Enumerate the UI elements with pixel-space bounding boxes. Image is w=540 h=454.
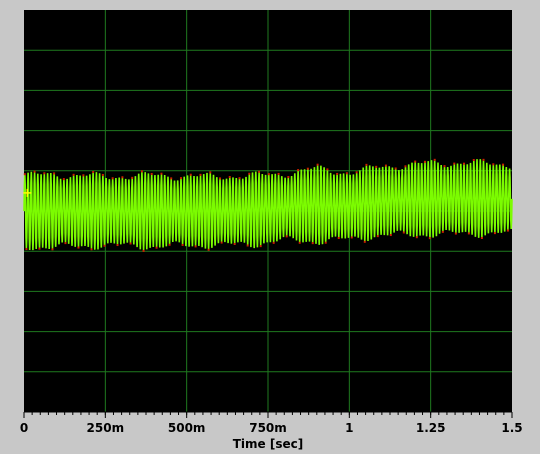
peak-marker (297, 169, 300, 172)
peak-marker (194, 245, 197, 248)
peak-marker (454, 232, 457, 235)
peak-marker (116, 244, 119, 247)
peak-marker (336, 172, 339, 175)
peak-marker (363, 240, 366, 243)
peak-marker (375, 165, 378, 168)
peak-marker (38, 247, 41, 250)
peak-marker (179, 177, 182, 180)
peak-marker (233, 242, 236, 245)
peak-marker (90, 248, 93, 251)
peak-marker (220, 241, 223, 244)
peak-marker (228, 175, 231, 178)
peak-marker (189, 173, 192, 176)
peak-marker (92, 170, 95, 173)
peak-marker (492, 163, 495, 166)
peak-marker (428, 237, 431, 240)
peak-marker (277, 172, 280, 175)
peak-marker (51, 248, 54, 251)
peak-marker (238, 177, 241, 180)
peak-marker (287, 176, 290, 179)
peak-marker (267, 173, 270, 176)
peak-marker (258, 170, 261, 173)
peak-marker (324, 241, 327, 244)
peak-marker (77, 246, 80, 249)
peak-marker (316, 163, 319, 166)
peak-marker (168, 243, 171, 246)
peak-marker (472, 159, 475, 162)
peak-marker (376, 235, 379, 238)
x-tick-label: 750m (249, 421, 287, 435)
peak-marker (502, 163, 505, 166)
peak-marker (389, 234, 392, 237)
peak-marker (209, 171, 212, 174)
x-tick-label: 1 (345, 421, 353, 435)
x-tick-label: 1.5 (501, 421, 522, 435)
peak-marker (101, 173, 104, 176)
peak-marker (298, 241, 301, 244)
peak-marker (337, 236, 340, 239)
peak-marker (355, 171, 358, 174)
peak-marker (150, 172, 153, 175)
peak-marker (155, 246, 158, 249)
peak-marker (493, 232, 496, 235)
peak-marker (23, 173, 26, 176)
peak-marker (463, 162, 466, 165)
peak-marker (306, 167, 309, 170)
x-axis-title: Time [sec] (233, 437, 303, 451)
peak-marker (467, 232, 470, 235)
peak-marker (219, 177, 222, 180)
x-tick-label: 1.25 (416, 421, 446, 435)
peak-marker (140, 170, 143, 173)
peak-marker (259, 245, 262, 248)
peak-marker (415, 236, 418, 239)
peak-marker (506, 229, 509, 232)
x-axis: 0 250m 500m 750m 1 1.25 1.5 (20, 411, 523, 435)
x-tick-label: 0 (20, 421, 28, 435)
peak-marker (350, 236, 353, 239)
peak-marker (199, 173, 202, 176)
peak-marker (365, 163, 368, 166)
peak-marker (64, 242, 67, 245)
peak-marker (272, 241, 275, 244)
peak-marker (129, 242, 132, 245)
peak-marker (443, 165, 446, 168)
peak-marker (441, 230, 444, 233)
peak-marker (43, 172, 46, 175)
peak-marker (453, 162, 456, 165)
peak-marker (62, 178, 65, 181)
peak-marker (433, 158, 436, 161)
peak-marker (384, 164, 387, 167)
peak-marker (285, 235, 288, 238)
graph-frame: 0 250m 500m 750m 1 1.25 1.5 Time [sec] (0, 0, 540, 454)
peak-marker (121, 176, 124, 179)
peak-marker (72, 173, 75, 176)
x-tick-label: 250m (87, 421, 125, 435)
waveform-graph: 0 250m 500m 750m 1 1.25 1.5 Time [sec] (20, 10, 523, 451)
peak-marker (181, 243, 184, 246)
peak-marker (207, 248, 210, 251)
peak-marker (53, 172, 56, 175)
peak-marker (25, 248, 28, 251)
peak-marker (394, 167, 397, 170)
x-tick-label: 500m (168, 421, 206, 435)
peak-marker (345, 172, 348, 175)
peak-marker (142, 249, 145, 252)
peak-marker (326, 168, 329, 171)
peak-marker (414, 160, 417, 163)
peak-marker (246, 244, 249, 247)
peak-marker (170, 177, 173, 180)
peak-marker (248, 172, 251, 175)
peak-marker (111, 177, 114, 180)
peak-marker (160, 172, 163, 175)
peak-marker (82, 174, 85, 177)
peak-marker (103, 244, 106, 247)
peak-marker (404, 165, 407, 168)
peak-marker (33, 170, 36, 173)
peak-marker (482, 158, 485, 161)
peak-marker (131, 176, 134, 179)
peak-marker (423, 160, 426, 163)
peak-marker (311, 242, 314, 245)
peak-marker (480, 237, 483, 240)
peak-marker (402, 231, 405, 234)
